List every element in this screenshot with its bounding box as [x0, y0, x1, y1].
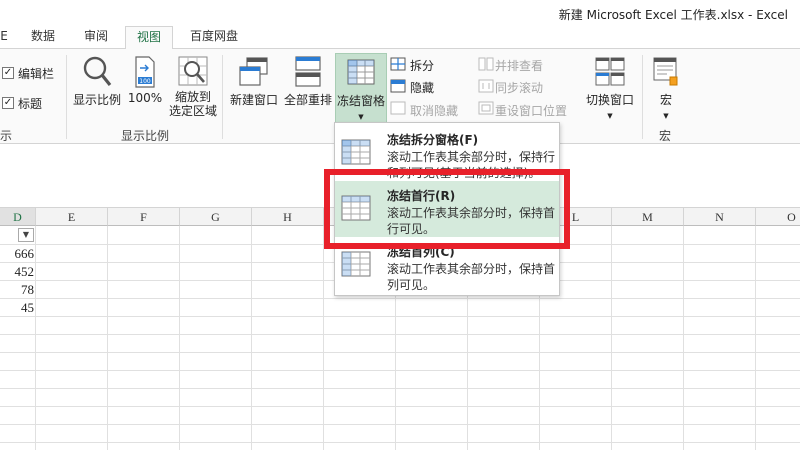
arrange-all-icon [295, 56, 321, 87]
column-header-f[interactable]: F [108, 208, 180, 226]
new-window-button[interactable]: 新建窗口 [228, 55, 280, 108]
separator [66, 55, 67, 139]
reset-position-button[interactable]: 重设窗口位置 [495, 102, 567, 119]
gridline [0, 442, 800, 443]
tab-review[interactable]: 审阅 [74, 26, 118, 48]
edit-bar-label[interactable]: 编辑栏 [18, 65, 54, 82]
gridline [35, 226, 36, 450]
gridline [0, 298, 800, 299]
gridline [0, 370, 800, 371]
freeze-panes-icon [347, 59, 375, 85]
edit-bar-checkbox[interactable]: ✓ [2, 67, 14, 79]
arrange-all-button[interactable]: 全部重排 [282, 55, 334, 108]
tab-partial[interactable]: E [0, 26, 8, 48]
tab-data[interactable]: 数据 [22, 26, 64, 48]
freeze-first-column-icon [341, 251, 371, 277]
switch-windows-label: 切换窗口 [585, 93, 634, 107]
gridline [611, 226, 612, 450]
new-window-icon [239, 57, 268, 86]
macros-button[interactable]: 宏 ▼ [648, 55, 684, 120]
side-by-side-icon [478, 57, 494, 71]
menu-item-description: 滚动工作表其余部分时，保持首列可见。 [387, 262, 556, 292]
tab-view[interactable]: 视图 [125, 26, 173, 49]
zoom-label: 显示比例 [72, 93, 121, 107]
switch-windows-icon [595, 57, 625, 86]
gridline [0, 334, 800, 335]
cell-value[interactable]: 666 [0, 246, 35, 262]
column-header-o[interactable]: O [756, 208, 800, 226]
title-bar: 新建 Microsoft Excel 工作表.xlsx - Excel E 数据… [0, 0, 800, 49]
gridline [179, 226, 180, 450]
chevron-down-icon: ▼ [663, 112, 669, 120]
column-header-n[interactable]: N [684, 208, 756, 226]
unhide-window-icon [390, 101, 406, 115]
hundred-percent-icon: 100 [135, 56, 155, 88]
gridline [755, 226, 756, 450]
gridline [0, 424, 800, 425]
chevron-down-icon: ▼ [358, 113, 364, 121]
svg-text:100: 100 [139, 78, 151, 85]
hide-button[interactable]: 隐藏 [410, 79, 434, 96]
split-icon [390, 57, 406, 71]
zoom-to-selection-button[interactable]: 缩放到 选定区域 [166, 55, 220, 118]
unhide-button[interactable]: 取消隐藏 [410, 102, 458, 119]
separator [222, 55, 223, 139]
zoom-100-button[interactable]: 100 100% [126, 55, 164, 105]
headings-checkbox[interactable]: ✓ [2, 97, 14, 109]
switch-windows-button[interactable]: 切换窗口 ▼ [582, 55, 638, 120]
macro-group-label: 宏 [659, 129, 672, 143]
filter-dropdown-icon[interactable]: ▼ [18, 228, 34, 242]
column-header-m[interactable]: M [612, 208, 684, 226]
new-window-label: 新建窗口 [229, 93, 278, 107]
side-by-side-button[interactable]: 并排查看 [495, 57, 543, 74]
hide-window-icon [390, 79, 406, 93]
gridline [107, 226, 108, 450]
show-group-label: 示 [0, 129, 13, 143]
gridline [0, 316, 800, 317]
column-header-e[interactable]: E [36, 208, 108, 226]
gridline [323, 226, 324, 450]
freeze-panes-label: 冻结窗格 [336, 94, 385, 108]
gridline [0, 406, 800, 407]
window-title: 新建 Microsoft Excel 工作表.xlsx - Excel [558, 8, 788, 22]
magnifier-icon [83, 56, 112, 86]
gridline [683, 226, 684, 450]
zoom-selection-label-2: 选定区域 [168, 104, 217, 118]
zoom-group-label: 显示比例 [121, 129, 170, 143]
macros-label: 宏 [659, 93, 672, 107]
sync-scroll-icon [478, 79, 494, 93]
highlight-annotation [324, 169, 570, 249]
sync-scroll-button[interactable]: 同步滚动 [495, 79, 543, 96]
zoom-button[interactable]: 显示比例 [72, 55, 122, 108]
chevron-down-icon: ▼ [607, 112, 613, 120]
tab-baidu-netdisk[interactable]: 百度网盘 [180, 26, 248, 48]
column-header-h[interactable]: H [252, 208, 324, 226]
zoom-selection-icon [178, 56, 208, 86]
zoom-selection-label-1: 缩放到 [174, 90, 211, 104]
split-button[interactable]: 拆分 [410, 57, 434, 74]
gridline [0, 352, 800, 353]
macro-icon [653, 57, 678, 86]
gridline [251, 226, 252, 450]
freeze-panes-button[interactable]: 冻结窗格 ▼ [335, 53, 387, 127]
zoom-100-label: 100% [127, 91, 163, 105]
cell-value[interactable]: 45 [0, 300, 34, 316]
column-header-g[interactable]: G [180, 208, 252, 226]
arrange-all-label: 全部重排 [283, 93, 332, 107]
menu-item-title: 冻结拆分窗格(F) [387, 133, 479, 147]
cell-value[interactable]: 78 [0, 282, 34, 298]
freeze-panes-icon [341, 139, 371, 165]
separator [642, 55, 643, 139]
column-header-d[interactable]: D [0, 208, 36, 226]
reset-position-icon [478, 101, 494, 115]
headings-label[interactable]: 标题 [18, 95, 42, 112]
gridline [0, 388, 800, 389]
cell-value[interactable]: 452 [0, 264, 35, 280]
